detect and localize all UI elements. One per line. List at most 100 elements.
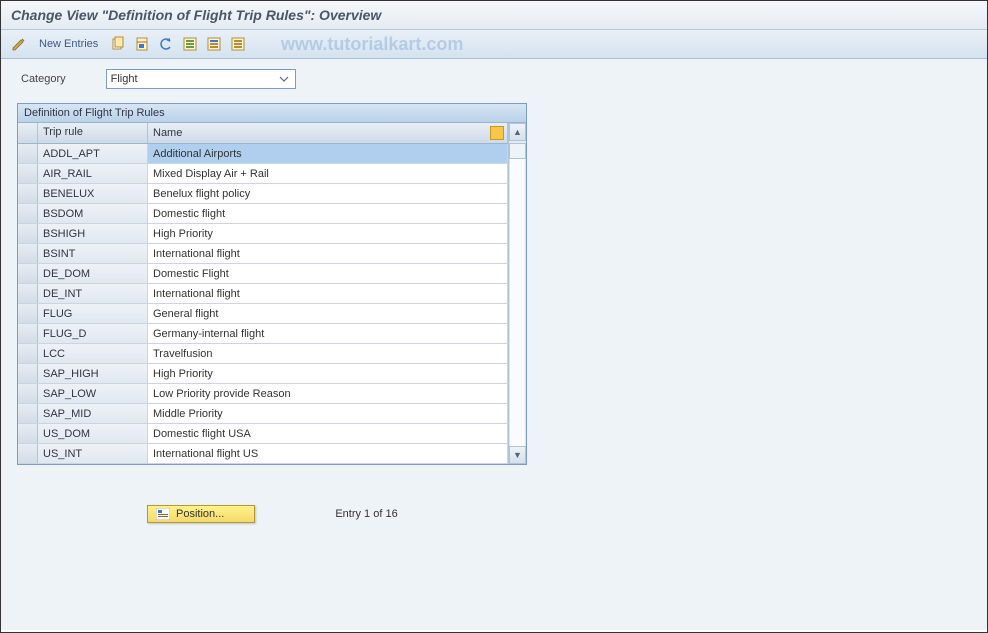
row-selector[interactable] [18, 284, 38, 303]
cell-name[interactable]: Travelfusion [148, 344, 508, 363]
table-header: Trip rule Name [18, 123, 508, 144]
row-selector[interactable] [18, 184, 38, 203]
select-block-icon[interactable] [204, 34, 224, 54]
watermark-text: www.tutorialkart.com [281, 34, 463, 55]
deselect-all-icon[interactable] [228, 34, 248, 54]
table-row[interactable]: US_INTInternational flight US [18, 444, 508, 464]
cell-trip-rule[interactable]: SAP_LOW [38, 384, 148, 403]
cell-name[interactable]: International flight [148, 284, 508, 303]
title-bar: Change View "Definition of Flight Trip R… [1, 1, 987, 30]
footer-row: Position... Entry 1 of 16 [147, 505, 971, 523]
undo-icon[interactable] [156, 34, 176, 54]
page-title: Change View "Definition of Flight Trip R… [11, 7, 977, 23]
cell-name[interactable]: Domestic flight [148, 204, 508, 223]
cell-trip-rule[interactable]: SAP_HIGH [38, 364, 148, 383]
cell-trip-rule[interactable]: LCC [38, 344, 148, 363]
column-selector[interactable] [18, 123, 38, 143]
position-label: Position... [176, 508, 224, 520]
cell-trip-rule[interactable]: DE_DOM [38, 264, 148, 283]
table-row[interactable]: BSINTInternational flight [18, 244, 508, 264]
cell-name[interactable]: High Priority [148, 224, 508, 243]
row-selector[interactable] [18, 164, 38, 183]
cell-name[interactable]: Germany-internal flight [148, 324, 508, 343]
position-icon [156, 508, 170, 520]
chevron-down-icon [277, 72, 291, 86]
cell-name[interactable]: High Priority [148, 364, 508, 383]
table-row[interactable]: BSHIGHHigh Priority [18, 224, 508, 244]
cell-name[interactable]: International flight US [148, 444, 508, 463]
cell-trip-rule[interactable]: US_INT [38, 444, 148, 463]
row-selector[interactable] [18, 244, 38, 263]
table-row[interactable]: DE_DOMDomestic Flight [18, 264, 508, 284]
table-row[interactable]: BENELUXBenelux flight policy [18, 184, 508, 204]
column-name[interactable]: Name [148, 123, 508, 143]
row-selector[interactable] [18, 144, 38, 163]
cell-trip-rule[interactable]: BENELUX [38, 184, 148, 203]
table-settings-icon[interactable] [490, 126, 504, 140]
row-selector[interactable] [18, 344, 38, 363]
toolbar: New Entries www.tutorialkart.com [1, 30, 987, 59]
row-selector[interactable] [18, 364, 38, 383]
category-select[interactable]: Flight [106, 69, 296, 89]
table-row[interactable]: LCCTravelfusion [18, 344, 508, 364]
category-value: Flight [111, 73, 138, 85]
table-body: ADDL_APTAdditional AirportsAIR_RAILMixed… [18, 144, 508, 464]
cell-name[interactable]: General flight [148, 304, 508, 323]
row-selector[interactable] [18, 424, 38, 443]
cell-trip-rule[interactable]: US_DOM [38, 424, 148, 443]
table-row[interactable]: SAP_HIGHHigh Priority [18, 364, 508, 384]
table-row[interactable]: FLUG_DGermany-internal flight [18, 324, 508, 344]
cell-name[interactable]: Mixed Display Air + Rail [148, 164, 508, 183]
entry-counter: Entry 1 of 16 [335, 508, 397, 520]
new-entries-link[interactable]: New Entries [33, 38, 104, 50]
row-selector[interactable] [18, 324, 38, 343]
scroll-thumb[interactable] [509, 143, 526, 159]
rules-panel: Definition of Flight Trip Rules Trip rul… [17, 103, 527, 465]
row-selector[interactable] [18, 204, 38, 223]
table-row[interactable]: US_DOMDomestic flight USA [18, 424, 508, 444]
table-row[interactable]: BSDOMDomestic flight [18, 204, 508, 224]
row-selector[interactable] [18, 304, 38, 323]
table-row[interactable]: FLUGGeneral flight [18, 304, 508, 324]
cell-name[interactable]: International flight [148, 244, 508, 263]
cell-trip-rule[interactable]: BSDOM [38, 204, 148, 223]
scroll-up-icon[interactable]: ▲ [509, 123, 526, 141]
column-trip-rule[interactable]: Trip rule [38, 123, 148, 143]
vertical-scrollbar[interactable]: ▲ ▼ [508, 123, 526, 464]
cell-trip-rule[interactable]: FLUG [38, 304, 148, 323]
position-button[interactable]: Position... [147, 505, 255, 523]
table-row[interactable]: DE_INTInternational flight [18, 284, 508, 304]
category-row: Category Flight [21, 69, 971, 89]
scroll-down-icon[interactable]: ▼ [509, 446, 526, 464]
cell-trip-rule[interactable]: FLUG_D [38, 324, 148, 343]
row-selector[interactable] [18, 224, 38, 243]
content-area: Category Flight Definition of Flight Tri… [1, 59, 987, 630]
cell-name[interactable]: Additional Airports [148, 144, 508, 163]
table-row[interactable]: ADDL_APTAdditional Airports [18, 144, 508, 164]
cell-name[interactable]: Benelux flight policy [148, 184, 508, 203]
toggle-display-change-icon[interactable] [9, 34, 29, 54]
cell-trip-rule[interactable]: SAP_MID [38, 404, 148, 423]
select-all-icon[interactable] [180, 34, 200, 54]
cell-trip-rule[interactable]: BSHIGH [38, 224, 148, 243]
rules-table: Trip rule Name ADDL_APTAdditional Airpor… [18, 123, 508, 464]
table-row[interactable]: SAP_MIDMiddle Priority [18, 404, 508, 424]
cell-trip-rule[interactable]: DE_INT [38, 284, 148, 303]
cell-name[interactable]: Middle Priority [148, 404, 508, 423]
table-row[interactable]: AIR_RAILMixed Display Air + Rail [18, 164, 508, 184]
copy-as-icon[interactable] [108, 34, 128, 54]
row-selector[interactable] [18, 264, 38, 283]
delete-icon[interactable] [132, 34, 152, 54]
row-selector[interactable] [18, 384, 38, 403]
category-label: Category [21, 73, 66, 85]
scroll-track[interactable] [509, 159, 526, 446]
cell-trip-rule[interactable]: ADDL_APT [38, 144, 148, 163]
table-row[interactable]: SAP_LOWLow Priority provide Reason [18, 384, 508, 404]
row-selector[interactable] [18, 444, 38, 463]
cell-trip-rule[interactable]: BSINT [38, 244, 148, 263]
cell-name[interactable]: Low Priority provide Reason [148, 384, 508, 403]
row-selector[interactable] [18, 404, 38, 423]
cell-name[interactable]: Domestic flight USA [148, 424, 508, 443]
cell-name[interactable]: Domestic Flight [148, 264, 508, 283]
cell-trip-rule[interactable]: AIR_RAIL [38, 164, 148, 183]
